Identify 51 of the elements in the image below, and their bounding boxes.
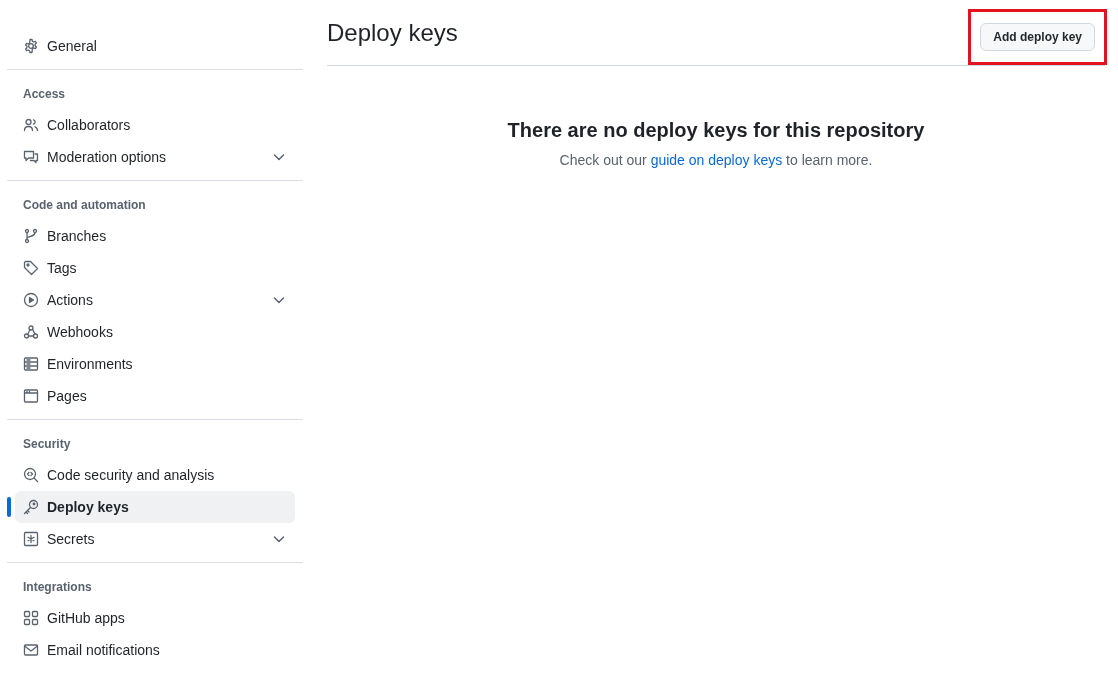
sidebar-item[interactable]: Environments (15, 348, 295, 380)
asterisk-box-icon (23, 531, 39, 547)
browser-window-icon (23, 388, 39, 404)
webhook-icon (23, 324, 39, 340)
sidebar-item[interactable]: Secrets (15, 523, 295, 555)
item-label: Secrets (47, 531, 96, 547)
item-label: General (47, 38, 98, 54)
item-label: Branches (47, 228, 108, 244)
sidebar-item[interactable]: Branches (15, 220, 295, 252)
sidebar-item[interactable]: Pages (15, 380, 295, 412)
section-heading: Access (22, 86, 67, 103)
item-label: Moderation options (47, 149, 168, 165)
envelope-icon (23, 642, 39, 658)
sidebar-item[interactable]: Email notifications (15, 634, 295, 666)
empty-state-title: There are no deploy keys for this repository (506, 119, 926, 142)
key-icon (23, 499, 39, 515)
section-heading: Code and automation (22, 197, 147, 214)
section-heading: Security (22, 436, 72, 453)
people-icon (23, 117, 39, 133)
server-icon (23, 356, 39, 372)
item-label: GitHub apps (47, 610, 126, 626)
sidebar-item[interactable]: Tags (15, 252, 295, 284)
speech-bubble-icon (23, 149, 39, 165)
item-label: Email notifications (47, 642, 161, 658)
sidebar-item[interactable]: Webhooks (15, 316, 295, 348)
gear-icon (23, 38, 39, 54)
add-deploy-key-button[interactable]: Add deploy key (980, 22, 1095, 51)
sidebar-item[interactable]: General (15, 30, 295, 62)
sidebar-item[interactable]: Moderation options (15, 141, 295, 173)
item-label: Actions (47, 292, 94, 308)
item-label: Pages (47, 388, 88, 404)
item-label: Collaborators (47, 117, 132, 133)
sidebar-item[interactable]: GitHub apps (15, 602, 295, 634)
play-circle-icon (23, 292, 39, 308)
empty-state-message: Check out our guide on deploy keys to learn more. (558, 152, 874, 168)
item-label: Webhooks (47, 324, 114, 340)
item-label: Tags (47, 260, 78, 276)
tag-icon (23, 260, 39, 276)
section-heading: Integrations (22, 579, 93, 596)
sidebar-item[interactable]: Collaborators (15, 109, 295, 141)
item-label: Deploy keys (47, 499, 130, 515)
sidebar-item[interactable]: Actions (15, 284, 295, 316)
magnifier-code-icon (23, 467, 39, 483)
sidebar-item[interactable]: Code security and analysis (15, 459, 295, 491)
branch-icon (23, 228, 39, 244)
grid-icon (23, 610, 39, 626)
page-title: Deploy keys (327, 18, 458, 47)
item-label: Code security and analysis (47, 467, 216, 483)
item-label: Environments (47, 356, 134, 372)
guide-link[interactable]: guide on deploy keys (650, 152, 783, 168)
active-indicator (7, 497, 11, 517)
